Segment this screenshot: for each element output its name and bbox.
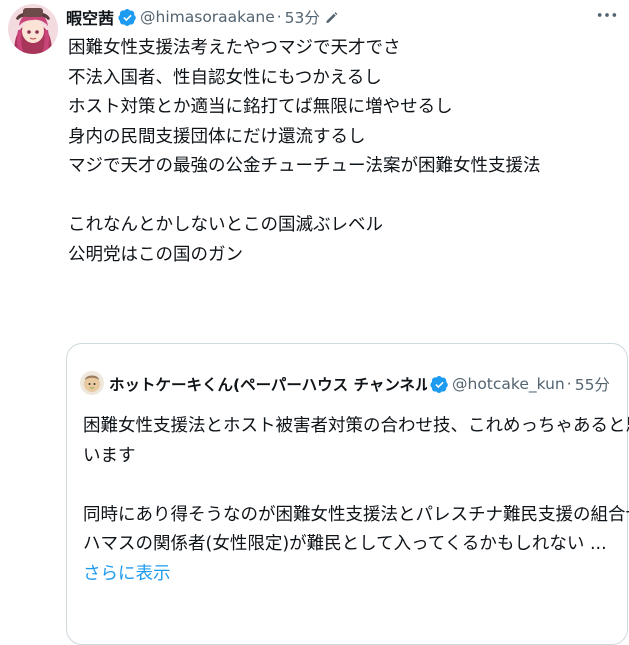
quoted-author-name[interactable]: ホットケーキくん(ペーパーハウス チャンネル [109, 373, 427, 395]
separator-dot: · [566, 375, 572, 393]
quoted-avatar-illustration [80, 371, 104, 395]
quoted-tweet-text: 困難女性支援法とホスト被害者対策の合わせ技、これめっちゃあると思 います 同時に… [83, 412, 629, 590]
separator-dot: · [276, 8, 282, 26]
author-avatar[interactable] [8, 4, 58, 54]
quoted-text-line: 同時にあり得そうなのが困難女性支援法とパレスチナ難民支援の組合せ [83, 504, 629, 525]
quoted-tweet-card[interactable]: ホットケーキくん(ペーパーハウス チャンネル @hotcake_kun · 55… [66, 343, 629, 645]
tweet-text-line: 困難女性支援法考えたやつマジで天才でさ [68, 38, 401, 58]
quoted-tweet-time[interactable]: 55分 [575, 373, 610, 395]
tweet-text-line: 身内の民間支援団体にだけ還流するし [68, 126, 366, 147]
quoted-author-handle[interactable]: @hotcake_kun [452, 375, 565, 393]
tweet-text-line: 公明党はこの国のガン [68, 244, 243, 265]
tweet-text-line: 不法入国者、性自認女性にもつかえるし [68, 67, 382, 88]
quoted-text-line: います [83, 445, 136, 466]
tweet-text: 困難女性支援法考えたやつマジで天才でさ 不法入国者、性自認女性にもつかえるし ホ… [68, 34, 618, 270]
tweet-header: 暇空茜 @himasoraakane · 53分 [66, 4, 339, 30]
tweet-text-line: マジで天才の最強の公金チューチュー法案が困難女性支援法 [68, 156, 541, 176]
more-options-icon[interactable] [595, 6, 619, 24]
verified-badge-icon[interactable] [118, 8, 137, 27]
quoted-text-line: 困難女性支援法とホスト被害者対策の合わせ技、これめっちゃあると思 [83, 416, 629, 436]
avatar-illustration [8, 4, 58, 54]
edited-pencil-icon[interactable] [324, 10, 339, 25]
tweet-text-line: ホスト対策とか適当に銘打てば無限に増やせるし [68, 97, 453, 117]
author-name[interactable]: 暇空茜 [66, 5, 114, 29]
tweet-text-line: これなんとかしないとこの国滅ぶレベル [68, 215, 383, 235]
quoted-author-avatar[interactable] [80, 371, 104, 395]
quoted-tweet-header: ホットケーキくん(ペーパーハウス チャンネル @hotcake_kun · 55… [109, 371, 610, 397]
quoted-text-line: ハマスの関係者(女性限定)が難民として入ってくるかもしれない ... [83, 534, 607, 554]
author-handle[interactable]: @himasoraakane [140, 8, 275, 26]
show-more-link[interactable]: さらに表示 [83, 560, 618, 590]
verified-badge-icon[interactable] [430, 375, 449, 394]
tweet-text-line [68, 182, 618, 212]
quoted-text-line [83, 471, 618, 501]
tweet-time[interactable]: 53分 [285, 6, 320, 28]
